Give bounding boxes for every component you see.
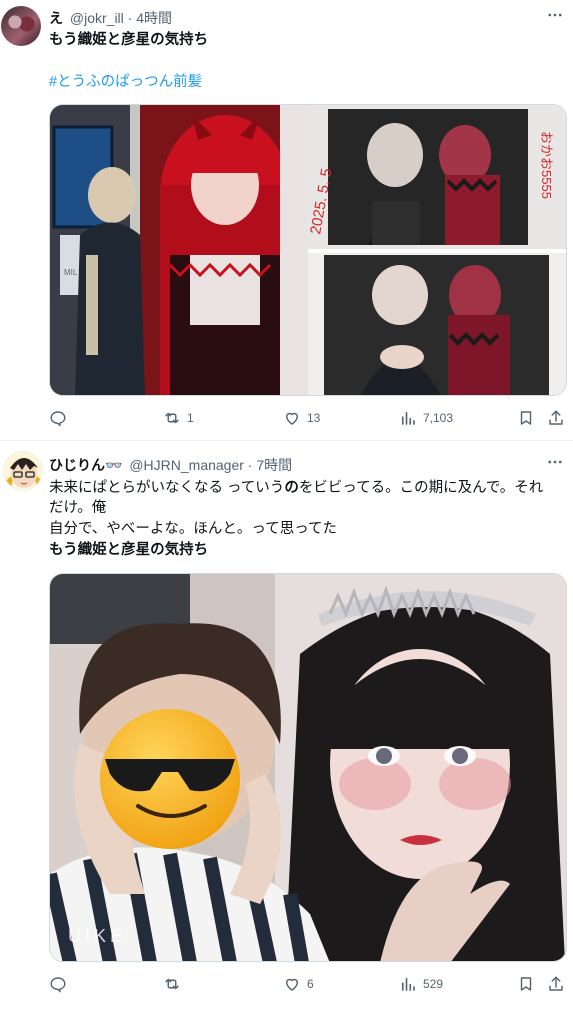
handle-and-time[interactable]: @HJRN_manager · 7時間: [129, 457, 292, 473]
tweet-text-line-3: 自分で、やべーよな。ほんと。って思ってた: [49, 521, 337, 537]
photo-watermark: UIKE: [68, 926, 126, 946]
retweet-button[interactable]: 1: [163, 408, 194, 428]
views-button[interactable]: 7,103: [399, 408, 453, 428]
retweet-icon: [165, 978, 179, 990]
tweet-text-line-1: 未来にぱとらがいなくなる っていうのをビビってる。この期に及んで。それ: [49, 478, 564, 498]
retweet-button[interactable]: [163, 974, 187, 994]
views-icon: [401, 977, 415, 991]
polaroid-note-text: おかお5555: [539, 131, 554, 199]
tweet-header: え @jokr_ill · 4時間: [49, 8, 172, 28]
avatar[interactable]: [1, 6, 41, 46]
text-segment: 未来にぱとらがいなくなる っていう: [49, 480, 285, 496]
tweet-text-line-2: だけ。俺: [49, 500, 107, 516]
tweet-actions: 6 529: [49, 974, 567, 994]
avatar[interactable]: [3, 451, 43, 491]
retweet-icon: [165, 412, 179, 424]
reply-icon: [50, 977, 66, 993]
text-bold-segment: の: [284, 480, 299, 496]
share-button[interactable]: [547, 974, 565, 994]
reply-icon: [50, 411, 66, 427]
more-options-icon[interactable]: [545, 453, 565, 473]
heart-icon: [286, 978, 298, 991]
like-count: 6: [307, 977, 314, 991]
tweet-2[interactable]: ひじりん👓 @HJRN_manager · 7時間 未来にぱとらがいなくなる っ…: [0, 441, 573, 1009]
heart-icon: [286, 412, 298, 425]
more-options-icon[interactable]: [545, 6, 565, 26]
retweet-count: 1: [187, 411, 194, 425]
text-segment: をビビってる。この期に及んで。それ: [298, 480, 544, 496]
share-icon: [549, 410, 563, 425]
tweet-media[interactable]: MIL 2025. 5. 5 おかお5555: [49, 104, 567, 396]
like-count: 13: [307, 411, 321, 425]
views-count: 529: [423, 977, 444, 991]
hashtag-link[interactable]: #とうふのぱっつん前髪: [49, 72, 564, 92]
board-text: MIL: [64, 268, 78, 277]
views-button[interactable]: 529: [399, 974, 443, 994]
tweet-1[interactable]: え @jokr_ill · 4時間 もう織姫と彦星の気持ち #とうふのぱっつん前…: [0, 0, 573, 440]
like-button[interactable]: 6: [283, 974, 314, 994]
tweet-header: ひじりん👓 @HJRN_manager · 7時間: [49, 455, 292, 475]
bookmark-icon: [520, 411, 532, 425]
bookmark-button[interactable]: [517, 408, 535, 428]
tweet-text-line-4: もう織姫と彦星の気持ち: [49, 542, 209, 558]
like-button[interactable]: 13: [283, 408, 320, 428]
views-icon: [401, 411, 415, 425]
handle-and-time[interactable]: @jokr_ill · 4時間: [70, 10, 172, 26]
display-name[interactable]: ひじりん👓: [49, 457, 122, 473]
bookmark-icon: [520, 977, 532, 991]
reply-button[interactable]: [49, 974, 73, 994]
share-button[interactable]: [547, 408, 565, 428]
share-icon: [549, 976, 563, 991]
tweet-text: もう織姫と彦星の気持ち: [49, 32, 209, 48]
bookmark-button[interactable]: [517, 974, 535, 994]
display-name[interactable]: え: [49, 10, 63, 26]
reply-button[interactable]: [49, 408, 73, 428]
views-count: 7,103: [423, 411, 454, 425]
tweet-actions: 1 13 7,103: [49, 408, 567, 428]
tweet-media[interactable]: UIKE: [49, 573, 567, 962]
